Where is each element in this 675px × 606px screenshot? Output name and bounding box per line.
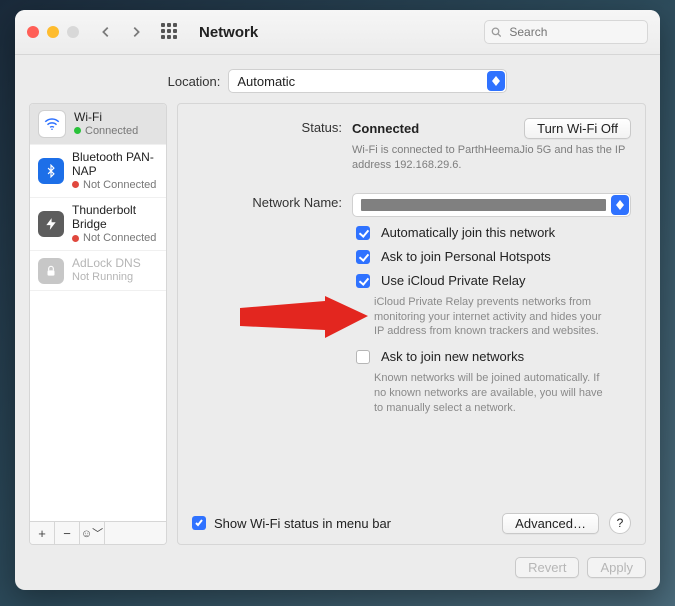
checkbox-label: Ask to join Personal Hotspots bbox=[381, 249, 551, 264]
private-relay-note: iCloud Private Relay prevents networks f… bbox=[374, 295, 614, 340]
status-dot-icon bbox=[74, 127, 81, 134]
service-list: Wi-Fi Connected Bluetooth PAN-NAP Not Co… bbox=[29, 103, 167, 545]
bluetooth-icon bbox=[38, 158, 64, 184]
location-row: Location: Automatic bbox=[15, 55, 660, 103]
service-name: Wi-Fi bbox=[74, 111, 138, 125]
service-status: Not Connected bbox=[72, 232, 158, 245]
back-button[interactable] bbox=[95, 21, 117, 43]
chevron-updown-icon bbox=[487, 71, 505, 91]
chevron-updown-icon bbox=[611, 195, 629, 215]
turn-wifi-off-button[interactable]: Turn Wi-Fi Off bbox=[524, 118, 631, 139]
minimize-icon[interactable] bbox=[47, 26, 59, 38]
revert-button: Revert bbox=[515, 557, 579, 578]
status-value: Connected bbox=[352, 121, 419, 136]
zoom-icon bbox=[67, 26, 79, 38]
private-relay-checkbox[interactable]: Use iCloud Private Relay bbox=[352, 273, 631, 291]
service-adlock[interactable]: AdLock DNS Not Running bbox=[30, 251, 166, 290]
status-dot-icon bbox=[72, 181, 79, 188]
service-status: Connected bbox=[74, 125, 138, 138]
titlebar: Network bbox=[15, 10, 660, 55]
forward-button bbox=[125, 21, 147, 43]
status-dot-icon bbox=[72, 235, 79, 242]
help-button[interactable]: ? bbox=[609, 512, 631, 534]
lock-icon bbox=[38, 258, 64, 284]
location-label: Location: bbox=[168, 74, 221, 89]
network-name-label: Network Name: bbox=[192, 193, 342, 210]
remove-service-button[interactable]: − bbox=[55, 522, 80, 544]
ask-new-note: Known networks will be joined automatica… bbox=[374, 371, 614, 416]
service-actions-button[interactable]: ☺︎﹀ bbox=[80, 522, 105, 544]
show-all-icon[interactable] bbox=[161, 23, 179, 41]
service-status: Not Running bbox=[72, 271, 141, 284]
sidebar-footer: + − ☺︎﹀ bbox=[30, 521, 166, 544]
checkbox-input[interactable] bbox=[356, 274, 370, 288]
search-field[interactable] bbox=[484, 20, 648, 44]
checkbox-label: Ask to join new networks bbox=[381, 349, 524, 364]
checkbox-input[interactable] bbox=[356, 250, 370, 264]
network-name-value bbox=[361, 199, 606, 211]
checkbox-label: Automatically join this network bbox=[381, 225, 555, 240]
network-name-popup[interactable] bbox=[352, 193, 631, 217]
thunderbolt-icon bbox=[38, 211, 64, 237]
service-wifi[interactable]: Wi-Fi Connected bbox=[30, 104, 166, 145]
location-value: Automatic bbox=[237, 74, 295, 89]
auto-join-checkbox[interactable]: Automatically join this network bbox=[352, 225, 631, 243]
service-bluetooth[interactable]: Bluetooth PAN-NAP Not Connected bbox=[30, 145, 166, 198]
detail-panel: Status: Connected Turn Wi-Fi Off Wi-Fi i… bbox=[177, 103, 646, 545]
service-status: Not Connected bbox=[72, 179, 158, 192]
service-name: Thunderbolt Bridge bbox=[72, 204, 158, 232]
main-area: Wi-Fi Connected Bluetooth PAN-NAP Not Co… bbox=[15, 103, 660, 557]
prefs-window: Network Location: Automatic Wi-Fi bbox=[15, 10, 660, 590]
status-description: Wi-Fi is connected to ParthHeemaJio 5G a… bbox=[352, 143, 631, 173]
window-title: Network bbox=[199, 24, 258, 41]
status-label: Status: bbox=[192, 118, 342, 135]
search-input[interactable] bbox=[507, 24, 641, 40]
service-name: Bluetooth PAN-NAP bbox=[72, 151, 158, 179]
traffic-lights bbox=[27, 26, 79, 38]
show-menubar-checkbox[interactable]: Show Wi-Fi status in menu bar bbox=[192, 516, 391, 531]
service-name: AdLock DNS bbox=[72, 257, 141, 271]
search-icon bbox=[491, 26, 501, 38]
checkbox-label: Show Wi-Fi status in menu bar bbox=[214, 516, 391, 531]
service-thunderbolt[interactable]: Thunderbolt Bridge Not Connected bbox=[30, 198, 166, 251]
bottom-buttons: Revert Apply bbox=[15, 557, 660, 590]
wifi-icon bbox=[38, 110, 66, 138]
location-popup[interactable]: Automatic bbox=[228, 69, 507, 93]
checkbox-label: Use iCloud Private Relay bbox=[381, 273, 526, 288]
add-service-button[interactable]: + bbox=[30, 522, 55, 544]
checkbox-input[interactable] bbox=[356, 350, 370, 364]
apply-button: Apply bbox=[587, 557, 646, 578]
checkbox-input[interactable] bbox=[356, 226, 370, 240]
ask-hotspot-checkbox[interactable]: Ask to join Personal Hotspots bbox=[352, 249, 631, 267]
advanced-button[interactable]: Advanced… bbox=[502, 513, 599, 534]
close-icon[interactable] bbox=[27, 26, 39, 38]
ask-new-checkbox[interactable]: Ask to join new networks bbox=[352, 349, 631, 367]
